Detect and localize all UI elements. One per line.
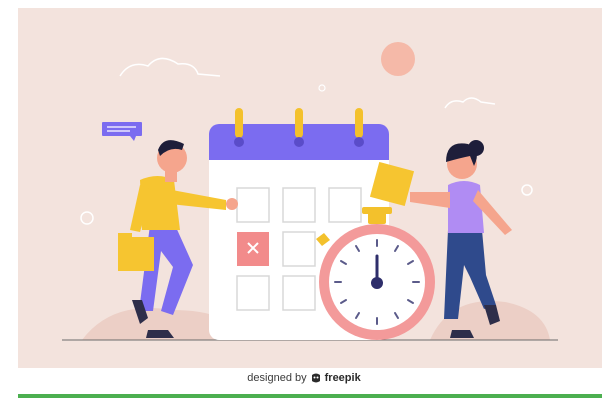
folder-icon: [118, 233, 154, 271]
chat-bubble-icon: [102, 122, 142, 141]
page-frame: designed by freepik: [0, 0, 608, 402]
illustration: [62, 42, 558, 341]
deco-small-circle: [318, 84, 326, 92]
sun-circle: [381, 42, 415, 76]
cloud-left: [119, 57, 221, 77]
attribution-brand[interactable]: freepik: [325, 372, 361, 384]
deco-circle-right: [521, 184, 533, 196]
bottom-accent-bar: [18, 394, 602, 398]
freepik-logo-icon: [311, 373, 320, 383]
cloud-right: [444, 97, 496, 109]
attribution: designed by freepik: [0, 369, 608, 387]
attribution-prefix: designed by: [247, 372, 307, 384]
deco-circle-left: [80, 211, 94, 225]
